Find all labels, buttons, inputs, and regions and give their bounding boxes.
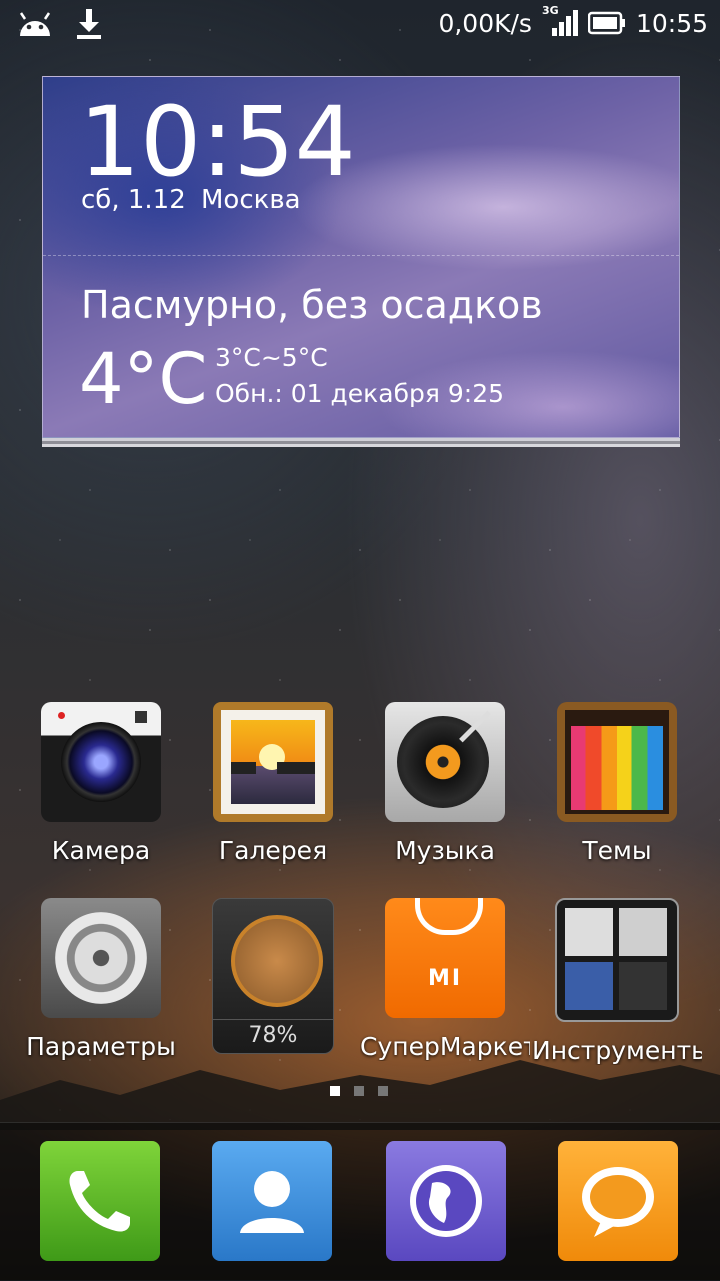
- app-label: Музыка: [395, 836, 495, 865]
- weather-temperature: 4°C: [79, 338, 208, 420]
- page-indicator: [330, 1086, 388, 1096]
- app-music[interactable]: Музыка: [360, 702, 530, 865]
- network-type: 3G: [541, 4, 559, 17]
- camera-icon: [41, 702, 161, 822]
- dock: [0, 1122, 720, 1281]
- app-gallery[interactable]: Галерея: [188, 702, 358, 865]
- app-camera[interactable]: Камера: [16, 702, 186, 865]
- widget-divider: [43, 255, 679, 256]
- app-label: Камера: [51, 836, 151, 865]
- app-label: Темы: [582, 836, 652, 865]
- app-label: Инструменты: [532, 1036, 702, 1065]
- themes-icon: [557, 702, 677, 822]
- weather-updated: Обн.: 01 декабря 9:25: [215, 379, 505, 408]
- memory-percent: 78%: [248, 1023, 298, 1048]
- page-dot-active[interactable]: [330, 1086, 340, 1096]
- android-icon: [19, 12, 51, 36]
- status-bar: 0,00K/s 3G 10:55: [0, 0, 720, 52]
- messages-icon[interactable]: [558, 1141, 678, 1261]
- app-themes[interactable]: Темы: [532, 702, 702, 865]
- weather-range: 3°C~5°C: [215, 343, 328, 372]
- app-tools[interactable]: Инструменты: [532, 898, 702, 1065]
- market-icon: MI: [385, 898, 505, 1018]
- status-time: 10:55: [635, 8, 708, 38]
- page-dot[interactable]: [354, 1086, 364, 1096]
- net-speed: 0,00K/s: [438, 8, 532, 38]
- gallery-icon: [213, 702, 333, 822]
- weather-clock-widget[interactable]: 10:54 сб, 1.12 Москва Пасмурно, без осад…: [42, 76, 680, 438]
- app-cleaner-widget[interactable]: 78%: [188, 898, 358, 1054]
- widget-city: Москва: [201, 185, 301, 215]
- app-label: Галерея: [218, 836, 328, 865]
- tools-icon: [555, 898, 679, 1022]
- music-icon: [385, 702, 505, 822]
- page-dot[interactable]: [378, 1086, 388, 1096]
- download-icon: [77, 9, 101, 39]
- settings-icon: [41, 898, 161, 1018]
- app-supermarket[interactable]: MI СуперМаркет: [360, 898, 530, 1061]
- widget-clock[interactable]: 10:54: [79, 87, 356, 197]
- browser-icon[interactable]: [386, 1141, 506, 1261]
- app-settings[interactable]: Параметры: [16, 898, 186, 1061]
- widget-date: сб, 1.12: [81, 185, 186, 215]
- weather-condition: Пасмурно, без осадков: [81, 283, 543, 327]
- contacts-icon[interactable]: [212, 1141, 332, 1261]
- battery-icon: [587, 11, 625, 35]
- cleaner-icon: 78%: [212, 898, 334, 1054]
- app-label: СуперМаркет: [360, 1032, 530, 1061]
- app-label: Параметры: [26, 1032, 176, 1061]
- phone-icon[interactable]: [40, 1141, 160, 1261]
